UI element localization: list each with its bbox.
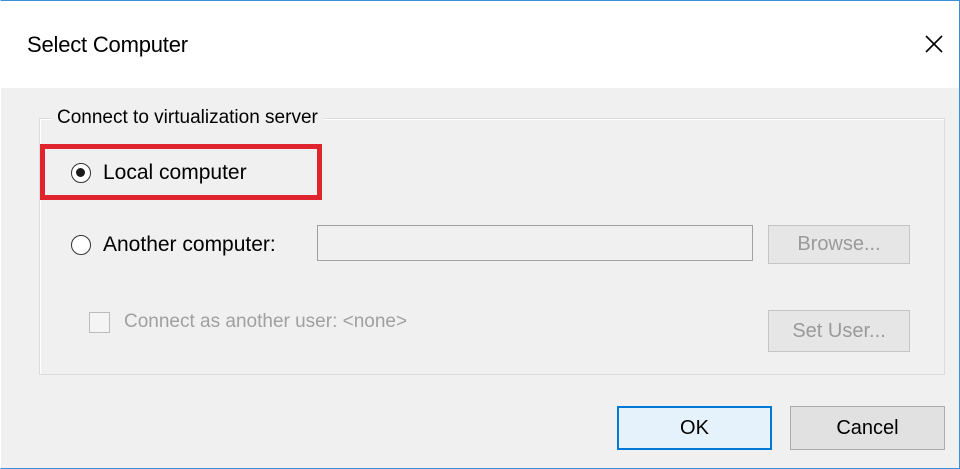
- dialog-body: Connect to virtualization server Local c…: [1, 88, 959, 468]
- close-icon: [925, 35, 943, 53]
- ok-button[interactable]: OK: [617, 406, 772, 450]
- close-button[interactable]: [919, 29, 949, 59]
- radio-another-computer-button[interactable]: [71, 235, 91, 255]
- radio-local-computer-button[interactable]: [71, 163, 91, 183]
- title-bar: Select Computer: [1, 1, 959, 88]
- connect-as-label[interactable]: Connect as another user: <none>: [124, 311, 407, 333]
- radio-another-computer[interactable]: Another computer:: [71, 233, 276, 257]
- radio-local-computer-label[interactable]: Local computer: [103, 161, 247, 185]
- another-computer-input[interactable]: [317, 225, 753, 261]
- radio-local-computer[interactable]: Local computer: [71, 161, 247, 185]
- set-user-button[interactable]: Set User...: [768, 310, 910, 352]
- cancel-button[interactable]: Cancel: [790, 406, 945, 450]
- groupbox-legend: Connect to virtualization server: [52, 107, 323, 129]
- browse-button[interactable]: Browse...: [768, 225, 910, 264]
- connect-as-checkbox[interactable]: [89, 311, 110, 333]
- dialog-title: Select Computer: [27, 32, 188, 57]
- radio-another-computer-label[interactable]: Another computer:: [103, 233, 276, 257]
- select-computer-dialog: Select Computer Connect to virtualizatio…: [0, 0, 960, 469]
- connect-as-another-user[interactable]: Connect as another user: <none>: [89, 311, 407, 333]
